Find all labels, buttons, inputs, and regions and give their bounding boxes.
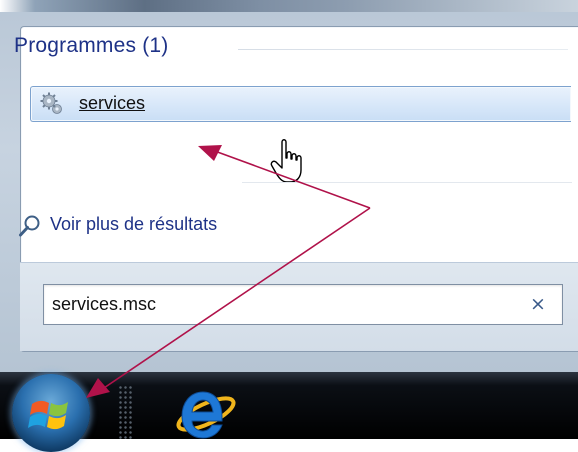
result-item-label[interactable]: services (79, 93, 145, 114)
header-divider (238, 49, 568, 50)
clear-search-button[interactable]: × (528, 293, 548, 315)
section-header-programmes: Programmes (1) (14, 34, 169, 57)
magnifier-icon (19, 215, 40, 237)
search-input[interactable] (52, 293, 512, 315)
gear-icon (40, 92, 62, 114)
window-top-edge (0, 0, 578, 12)
internet-explorer-icon[interactable] (170, 378, 242, 439)
hand-cursor-icon (270, 139, 302, 183)
see-more-results-label[interactable]: Voir plus de résultats (50, 214, 217, 235)
result-item-services[interactable]: services (30, 86, 571, 122)
start-button[interactable] (12, 374, 90, 452)
search-box[interactable]: × (43, 284, 563, 325)
results-separator (242, 182, 572, 183)
taskbar-grip[interactable] (118, 385, 134, 439)
windows-logo-icon (28, 400, 68, 430)
